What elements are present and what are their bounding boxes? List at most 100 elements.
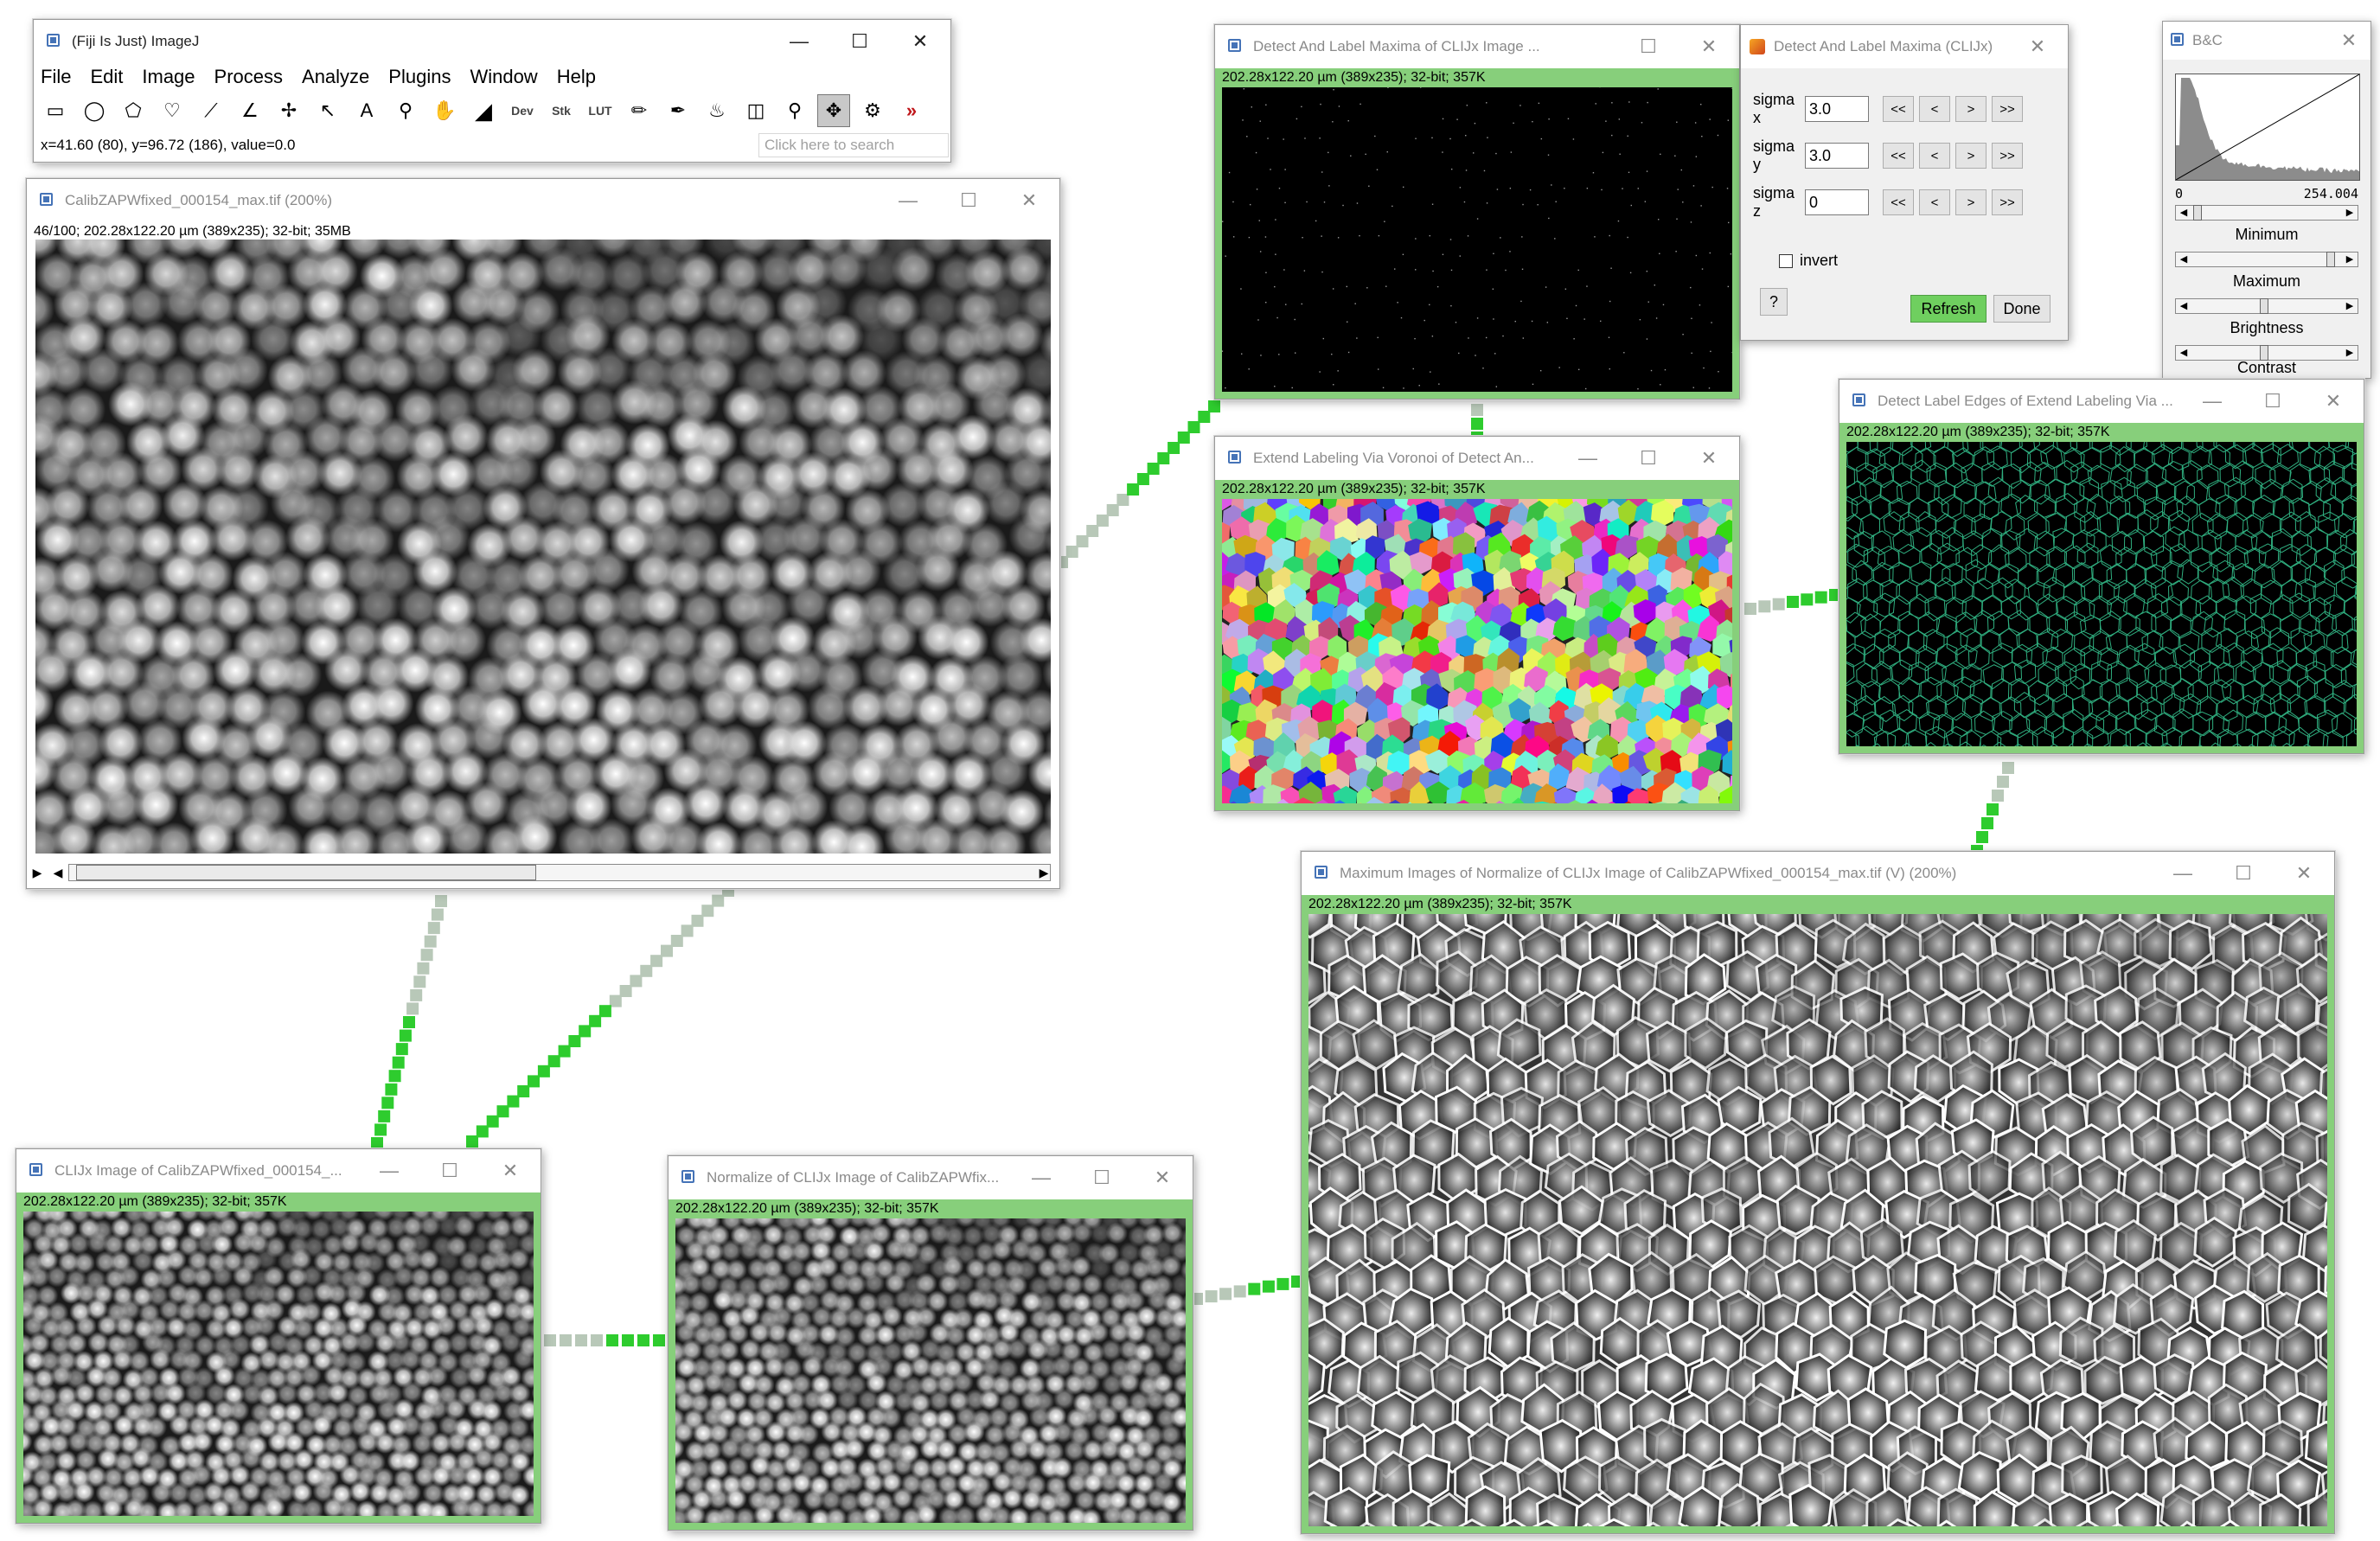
normalize-titlebar[interactable]: Normalize of CLIJx Image of CalibZAPWfix… (669, 1156, 1193, 1199)
minimize-button[interactable]: — (769, 20, 829, 63)
move-tool-icon[interactable]: ✥ (817, 94, 850, 127)
maximize-button[interactable]: ☐ (1072, 1156, 1132, 1199)
original-image-canvas[interactable] (35, 240, 1051, 854)
scroll-left-icon[interactable]: ◀ (48, 866, 68, 880)
polygon-tool-icon[interactable]: ⬠ (117, 94, 150, 127)
hand-tool-icon[interactable]: ✋ (428, 94, 461, 127)
point-tool-icon[interactable]: ✢ (272, 94, 305, 127)
sigma-z-input[interactable]: 0 (1805, 189, 1869, 215)
flood-fill-icon[interactable]: ♨ (701, 94, 733, 127)
maximize-button[interactable]: ☐ (2242, 380, 2303, 423)
close-button[interactable]: ✕ (1132, 1156, 1193, 1199)
voronoi-image-canvas[interactable] (1222, 499, 1732, 803)
close-button[interactable]: ✕ (2303, 380, 2364, 423)
maximum-titlebar[interactable]: Maximum Images of Normalize of CLIJx Ima… (1302, 852, 2334, 895)
minimize-button[interactable]: — (1011, 1156, 1072, 1199)
maximum-slider[interactable]: ◀ ▶ (2175, 252, 2358, 267)
angle-tool-icon[interactable]: ∠ (234, 94, 266, 127)
slice-scrollbar[interactable]: ▶ ◀ ▶ (27, 857, 1059, 888)
close-button[interactable]: ✕ (2327, 22, 2370, 60)
imagej-main-window[interactable]: (Fiji Is Just) ImageJ — ☐ ✕ File Edit Im… (33, 19, 951, 163)
edges-image-canvas[interactable] (1846, 442, 2357, 746)
minimize-button[interactable]: — (1558, 437, 1618, 480)
sigma-z-step-down[interactable]: < (1919, 189, 1950, 215)
menu-process[interactable]: Process (214, 66, 283, 88)
line-tool-icon[interactable]: ⟋ (195, 94, 227, 127)
magnifier-tool-icon[interactable]: ⚲ (389, 94, 422, 127)
invert-checkbox[interactable] (1779, 253, 1793, 268)
voronoi-titlebar[interactable]: Extend Labeling Via Voronoi of Detect An… (1215, 437, 1739, 480)
menu-image[interactable]: Image (142, 66, 195, 88)
menu-plugins[interactable]: Plugins (388, 66, 451, 88)
maxima-dialog[interactable]: Detect And Label Maxima (CLIJx) ✕ sigma … (1740, 24, 2069, 341)
original-image-window[interactable]: CalibZAPWfixed_000154_max.tif (200%) — ☐… (26, 178, 1060, 889)
close-button[interactable]: ✕ (1679, 25, 1739, 68)
brush-tool-icon[interactable]: ✒ (662, 94, 694, 127)
close-button[interactable]: ✕ (999, 179, 1059, 222)
close-button[interactable]: ✕ (890, 20, 950, 63)
minimize-button[interactable]: — (2153, 852, 2213, 895)
menu-edit[interactable]: Edit (90, 66, 123, 88)
voronoi-window[interactable]: Extend Labeling Via Voronoi of Detect An… (1214, 436, 1740, 811)
sigma-y-input[interactable]: 3.0 (1805, 143, 1869, 169)
sigma-y-step-up[interactable]: > (1955, 143, 1987, 169)
scroll-right-icon[interactable]: ▶ (1033, 866, 1054, 880)
clijx-titlebar[interactable]: CLIJx Image of CalibZAPWfixed_000154_...… (16, 1149, 541, 1193)
sigma-x-step-down-large[interactable]: << (1883, 96, 1914, 122)
close-button[interactable]: ✕ (1679, 437, 1739, 480)
clijx-image-canvas[interactable] (23, 1212, 534, 1516)
maxima-titlebar[interactable]: Detect And Label Maxima of CLIJx Image .… (1215, 25, 1739, 68)
sigma-y-step-down-large[interactable]: << (1883, 143, 1914, 169)
edges-window[interactable]: Detect Label Edges of Extend Labeling Vi… (1839, 379, 2364, 754)
scroll-track[interactable] (68, 864, 1051, 881)
help-button[interactable]: ? (1760, 288, 1788, 316)
maximize-button[interactable]: ☐ (829, 20, 890, 63)
clij-tool-icon[interactable]: ⚙ (856, 94, 889, 127)
minimize-button[interactable]: — (359, 1149, 419, 1193)
maximize-button[interactable]: ☐ (938, 179, 999, 222)
wand-tool-icon[interactable]: ↖ (311, 94, 344, 127)
text-tool-icon[interactable]: A (350, 94, 383, 127)
normalize-window[interactable]: Normalize of CLIJx Image of CalibZAPWfix… (668, 1155, 1193, 1531)
sigma-y-step-up-large[interactable]: >> (1992, 143, 2023, 169)
more-tools-icon[interactable]: » (895, 94, 928, 127)
color-picker-icon[interactable]: ◢ (467, 94, 500, 127)
search-input[interactable]: Click here to search (758, 133, 949, 157)
maximum-window[interactable]: Maximum Images of Normalize of CLIJx Ima… (1301, 851, 2335, 1534)
minimum-slider[interactable]: ◀ ▶ (2175, 205, 2358, 221)
scroll-thumb[interactable] (76, 865, 536, 880)
sigma-z-step-down-large[interactable]: << (1883, 189, 1914, 215)
menu-help[interactable]: Help (557, 66, 596, 88)
dev-tool[interactable]: Dev (506, 94, 539, 127)
edges-titlebar[interactable]: Detect Label Edges of Extend Labeling Vi… (1839, 380, 2364, 423)
maximize-button[interactable]: ☐ (1618, 437, 1679, 480)
sigma-x-step-up-large[interactable]: >> (1992, 96, 2023, 122)
normalize-image-canvas[interactable] (675, 1218, 1186, 1523)
done-button[interactable]: Done (1993, 295, 2051, 323)
maxima-image-canvas[interactable] (1222, 87, 1732, 392)
close-button[interactable]: ✕ (2274, 852, 2334, 895)
overlay-tool-icon[interactable]: ◫ (739, 94, 772, 127)
sigma-x-input[interactable]: 3.0 (1805, 96, 1869, 122)
rectangle-tool-icon[interactable]: ▭ (39, 94, 72, 127)
minimize-button[interactable]: — (2182, 380, 2242, 423)
menu-file[interactable]: File (41, 66, 71, 88)
original-titlebar[interactable]: CalibZAPWfixed_000154_max.tif (200%) — ☐… (27, 179, 1059, 222)
maximize-button[interactable]: ☐ (419, 1149, 480, 1193)
maximize-button[interactable]: ☐ (1618, 25, 1679, 68)
close-button[interactable]: ✕ (2007, 25, 2068, 68)
pencil-tool-icon[interactable]: ✏ (623, 94, 656, 127)
maxima-window[interactable]: Detect And Label Maxima of CLIJx Image .… (1214, 24, 1740, 400)
stk-tool[interactable]: Stk (545, 94, 578, 127)
menu-analyze[interactable]: Analyze (302, 66, 369, 88)
sigma-y-step-down[interactable]: < (1919, 143, 1950, 169)
brightness-slider[interactable]: ◀ ▶ (2175, 298, 2358, 314)
close-button[interactable]: ✕ (480, 1149, 541, 1193)
refresh-button[interactable]: Refresh (1910, 295, 1987, 323)
clijx-window[interactable]: CLIJx Image of CalibZAPWfixed_000154_...… (16, 1148, 541, 1524)
bc-titlebar[interactable]: B&C ✕ (2163, 22, 2370, 60)
bc-window[interactable]: B&C ✕ 0 254.004 ◀ ▶ Minimum ◀ ▶ Maximum ◀ ▶… (2162, 21, 2371, 379)
sigma-x-step-down[interactable]: < (1919, 96, 1950, 122)
maximum-image-canvas[interactable] (1308, 914, 2327, 1526)
sigma-z-step-up[interactable]: > (1955, 189, 1987, 215)
